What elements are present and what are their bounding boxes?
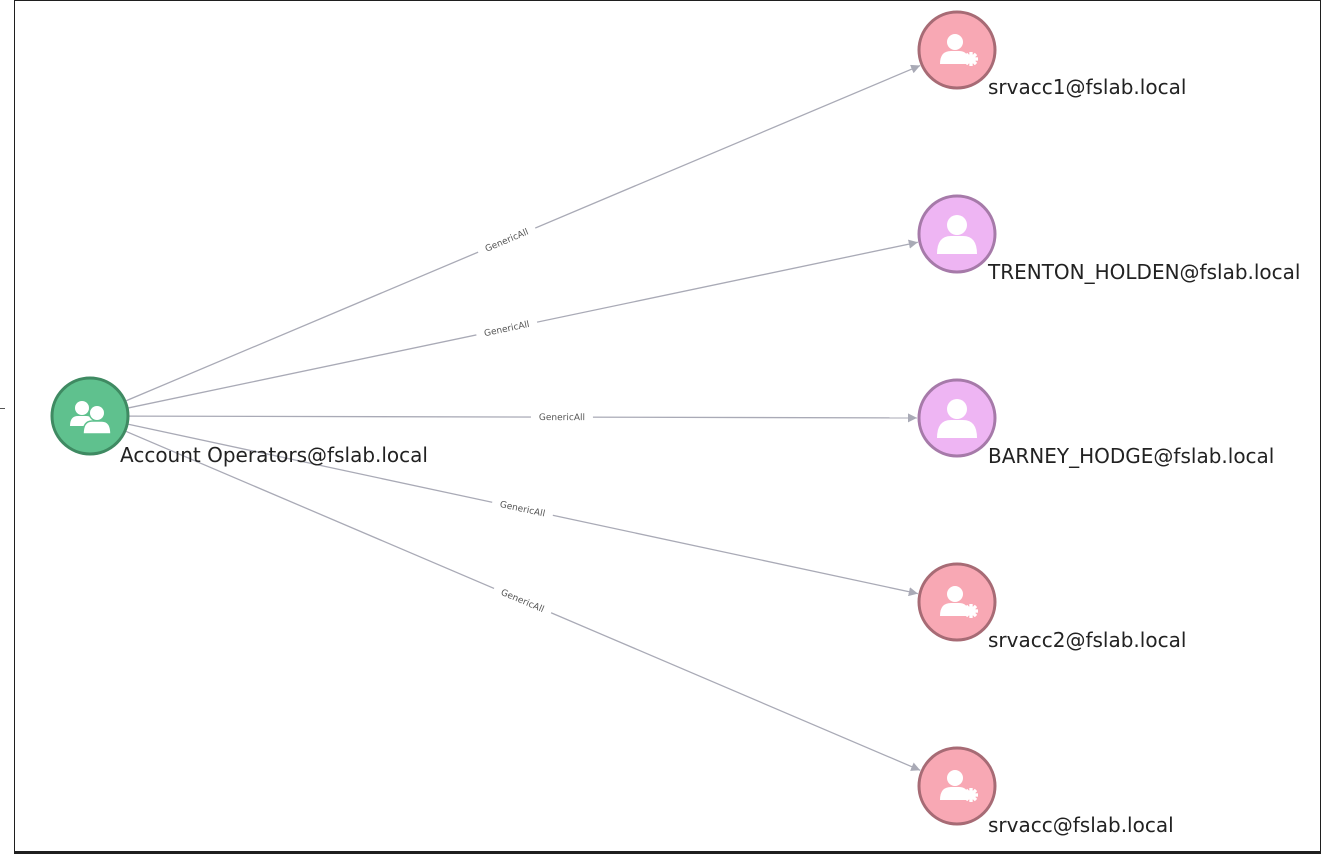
edge-trenton-holden[interactable]: GenericAll: [127, 239, 918, 409]
node-label: BARNEY_HODGE@fslab.local: [988, 444, 1274, 468]
node-circle[interactable]: [917, 746, 997, 826]
node-label: Account Operators@fslab.local: [120, 443, 428, 467]
node-label: srvacc1@fslab.local: [988, 75, 1186, 99]
graph-view[interactable]: GenericAllGenericAllGenericAllGenericAll…: [0, 0, 1321, 854]
node-barney-hodge[interactable]: BARNEY_HODGE@fslab.local: [917, 378, 1274, 468]
edge-label: GenericAll: [539, 413, 585, 423]
node-label: srvacc2@fslab.local: [988, 628, 1186, 652]
node-circle[interactable]: [917, 562, 997, 642]
graph-canvas[interactable]: GenericAll GenericAll GenericAll GenericAll…: [0, 0, 1321, 854]
node-srvacc1[interactable]: srvacc1@fslab.local: [917, 10, 1186, 99]
node-label: srvacc@fslab.local: [988, 813, 1174, 837]
node-trenton-holden[interactable]: TRENTON_HOLDEN@fslab.local: [917, 194, 1300, 284]
node-account-operators[interactable]: Account Operators@fslab.local: [50, 376, 428, 467]
edge-srvacc1[interactable]: GenericAll: [124, 64, 921, 402]
node-label: TRENTON_HOLDEN@fslab.local: [987, 260, 1300, 284]
edge-srvacc[interactable]: GenericAll: [124, 430, 921, 771]
edge-line[interactable]: [127, 413, 918, 423]
node-circle[interactable]: [917, 10, 997, 90]
edge-barney-hodge[interactable]: GenericAll: [127, 411, 918, 424]
node-srvacc2[interactable]: srvacc2@fslab.local: [917, 562, 1186, 652]
edges-layer: GenericAllGenericAllGenericAllGenericAll…: [124, 64, 921, 771]
nodes-layer: Account Operators@fslab.local srvacc1@fsl…: [50, 10, 1300, 837]
node-srvacc[interactable]: srvacc@fslab.local: [917, 746, 1174, 837]
